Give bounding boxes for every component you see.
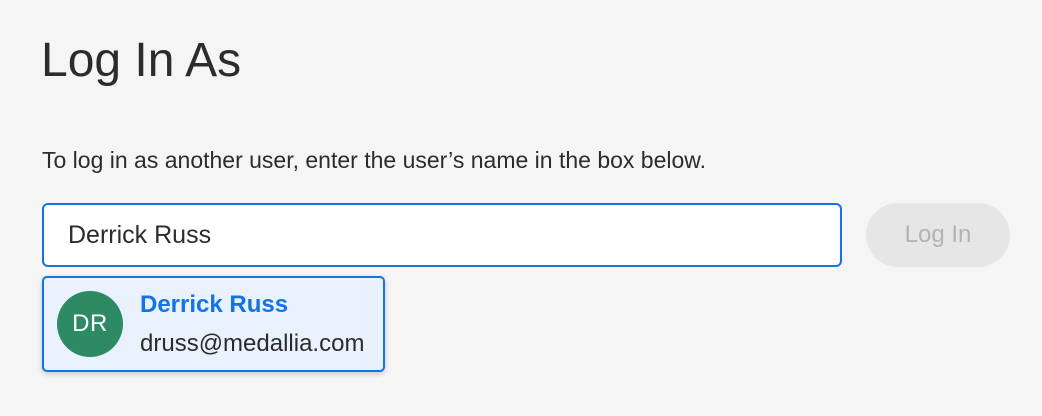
page-title: Log In As [41,34,242,87]
user-suggestion-dropdown: DR Derrick Russ druss@medallia.com [42,276,385,372]
user-suggestion-item[interactable]: DR Derrick Russ druss@medallia.com [44,278,383,370]
avatar: DR [57,291,123,357]
login-button[interactable]: Log In [866,203,1010,267]
suggestion-user-name: Derrick Russ [140,291,289,318]
suggestion-user-email: druss@medallia.com [140,330,365,357]
instructions-text: To log in as another user, enter the use… [42,147,707,173]
user-search-input[interactable] [42,203,842,267]
